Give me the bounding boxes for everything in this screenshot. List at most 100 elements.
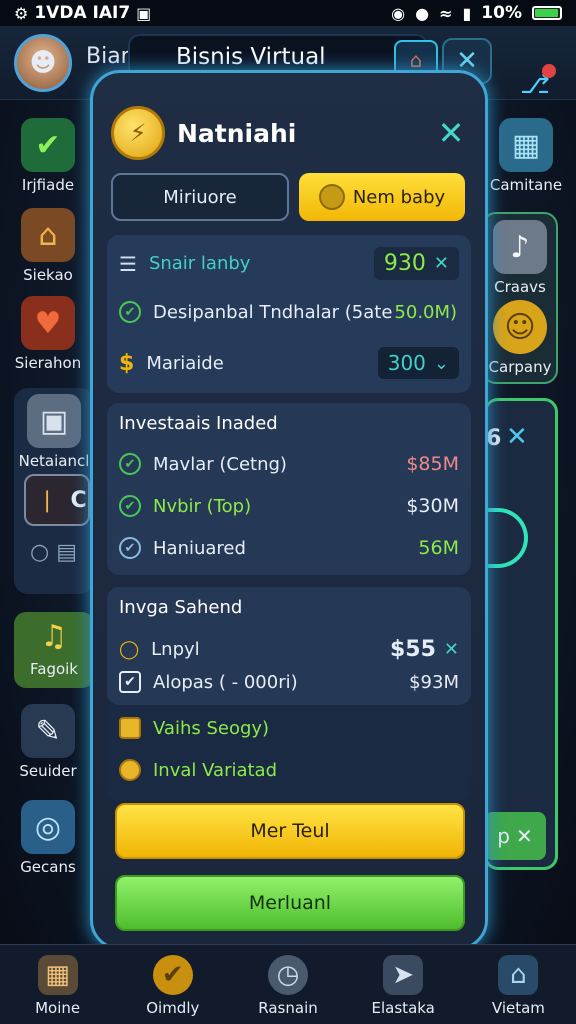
- schedule-card: Invga Sahend ◯ Lnpyl $55 ✕ ✔ Alopas ( - …: [107, 587, 471, 705]
- avatar[interactable]: ☻: [14, 34, 72, 92]
- card-title: Invga Sahend: [119, 597, 243, 618]
- right-panel-number: 6: [486, 426, 502, 451]
- wifi-icon: ≈: [439, 3, 453, 23]
- right-menu-item-3[interactable]: ☺ Carpany: [480, 300, 560, 376]
- right-menu-label: Craavs: [494, 278, 546, 296]
- list-icon: ☰: [119, 251, 137, 276]
- row-label: Mariaide: [146, 352, 224, 374]
- badge-icon: [119, 759, 141, 781]
- bottom-nav: ▦ Moine ✔ Oimdly ◷ Rasnain ➤ Elastaka ⌂ …: [0, 944, 576, 1024]
- value-box[interactable]: 300 ⌄: [377, 347, 459, 379]
- right-menu-item-1[interactable]: ▦ Camitane: [486, 118, 566, 194]
- lock-icon: ○ ▤: [30, 540, 77, 565]
- investment-row[interactable]: ✔ Haniuared 56M: [119, 537, 459, 559]
- nav-item-3[interactable]: ◷ Rasnain: [230, 945, 345, 1024]
- nav-label: Moine: [35, 999, 81, 1017]
- pencil-icon: ❘: [38, 487, 57, 513]
- right-panel-big: [484, 398, 558, 870]
- trumpet-icon: ♫: [40, 618, 68, 654]
- left-menu-item-3[interactable]: ♥ Sierahon: [8, 296, 88, 372]
- left-menu-label: Siekao: [23, 266, 73, 284]
- row-label: Vaihs Seogy): [153, 717, 270, 739]
- row-label: Haniuared: [153, 537, 246, 559]
- clock-icon: ◷: [268, 955, 308, 995]
- grid-icon: ▦: [37, 955, 78, 995]
- row-value: $55: [389, 637, 436, 662]
- nav-item-4[interactable]: ➤ Elastaka: [346, 945, 461, 1024]
- left-menu-item-5[interactable]: ❘ C: [24, 474, 90, 526]
- nav-label: Vietam: [491, 999, 545, 1017]
- row-value: $30M: [406, 495, 459, 517]
- alert-icon: ●: [415, 3, 430, 23]
- signal-icon: ▮: [462, 3, 472, 23]
- box-icon: [119, 717, 141, 739]
- safe-icon: ▣: [27, 394, 81, 448]
- row-value: 50.0M): [394, 301, 458, 323]
- summary-row: ☰ Snair lanby 930 ✕: [119, 247, 459, 280]
- row-label: Snair lanby: [148, 253, 251, 274]
- left-menu-label: Netaiancl: [18, 452, 90, 470]
- smiley-icon: ☺: [493, 300, 547, 354]
- primary-button[interactable]: Mer Teul: [115, 803, 465, 859]
- row-value: 300: [387, 351, 426, 375]
- row-label: Inval Variatad: [153, 759, 278, 781]
- left-menu-label: Fagoik: [30, 660, 78, 678]
- nav-item-5[interactable]: ⌂ Vietam: [461, 945, 576, 1024]
- left-menu-item-4[interactable]: ▣ Netaiancl: [14, 394, 94, 470]
- nav-item-1[interactable]: ▦ Moine: [0, 945, 115, 1024]
- document-icon: ✎: [21, 704, 75, 758]
- coin-icon: ⚡: [111, 106, 165, 160]
- summary-row: ✔ Desipanbal Tndhalar (5ate 50.0M): [119, 301, 459, 323]
- business-modal: ⚡ Natniahi ✕ Miriuore Nem baby ☰ Snair l…: [90, 70, 488, 950]
- left-menu-item-2[interactable]: ⌂ Siekao: [8, 208, 88, 284]
- card-title: Investaais Inaded: [119, 413, 278, 434]
- close-icon[interactable]: ✕: [506, 422, 528, 452]
- secondary-button[interactable]: Merluanl: [115, 875, 465, 931]
- right-panel-button[interactable]: p ✕: [484, 812, 546, 860]
- left-menu-item-8[interactable]: ◎ Gecans: [8, 800, 88, 876]
- coin-icon: ◯: [119, 639, 140, 660]
- right-menu-label: Carpany: [488, 358, 552, 376]
- variation-row[interactable]: Vaihs Seogy): [119, 717, 459, 739]
- variation-row[interactable]: Inval Variatad: [119, 759, 459, 781]
- tab-second[interactable]: Nem baby: [299, 173, 465, 221]
- tab-first[interactable]: Miriuore: [111, 173, 289, 221]
- row-label: Mavlar (Cetng): [153, 453, 287, 475]
- nav-label: Rasnain: [258, 999, 318, 1017]
- page-title: Bisnis Virtual: [176, 44, 326, 70]
- row-value: $93M: [409, 671, 459, 693]
- rocket-icon: ➤: [383, 955, 424, 995]
- shield-icon: ✔: [21, 118, 75, 172]
- summary-row: $ Mariaide 300 ⌄: [119, 347, 459, 379]
- variation-card: Vaihs Seogy) Inval Variatad: [107, 705, 471, 801]
- schedule-row[interactable]: ✔ Alopas ( - 000ri) $93M: [119, 671, 459, 693]
- dollar-icon: $: [119, 350, 135, 376]
- chevron-down-icon: ⌄: [433, 352, 449, 374]
- left-menu-item-7[interactable]: ✎ Seuider: [8, 704, 88, 780]
- schedule-row[interactable]: ◯ Lnpyl $55 ✕: [119, 637, 459, 662]
- investment-row[interactable]: ✔ Nvbir (Top) $30M: [119, 495, 459, 517]
- value-box[interactable]: 930 ✕: [373, 247, 459, 280]
- target-icon: ◎: [21, 800, 75, 854]
- close-icon: ✕: [443, 639, 459, 660]
- row-value: 930: [383, 251, 426, 276]
- modal-close-button[interactable]: ✕: [431, 114, 471, 152]
- left-menu-item-1[interactable]: ✔ Irjfiade: [8, 118, 88, 194]
- investment-row[interactable]: ✔ Mavlar (Cetng) $85M: [119, 453, 459, 475]
- left-menu-item-6[interactable]: ♫ Fagoik: [14, 612, 94, 688]
- summary-card: ☰ Snair lanby 930 ✕ ✔ Desipanbal Tndhala…: [107, 235, 471, 393]
- button-label: Mer Teul: [250, 820, 330, 842]
- row-value: 56M: [418, 537, 459, 559]
- coin-icon: [318, 184, 345, 210]
- right-menu-item-2[interactable]: ♪ Craavs: [480, 220, 560, 296]
- record-icon: ◉: [391, 3, 406, 23]
- music-icon: ♪: [493, 220, 547, 274]
- left-menu-label: Seuider: [19, 762, 77, 780]
- key-icon[interactable]: ⎇: [520, 64, 556, 100]
- building-icon: ▦: [499, 118, 553, 172]
- close-icon: ✕: [433, 253, 449, 274]
- button-label: Merluanl: [248, 892, 332, 914]
- right-menu-label: Camitane: [489, 176, 563, 194]
- nav-item-2[interactable]: ✔ Oimdly: [115, 945, 230, 1024]
- row-label: Nvbir (Top): [153, 495, 252, 517]
